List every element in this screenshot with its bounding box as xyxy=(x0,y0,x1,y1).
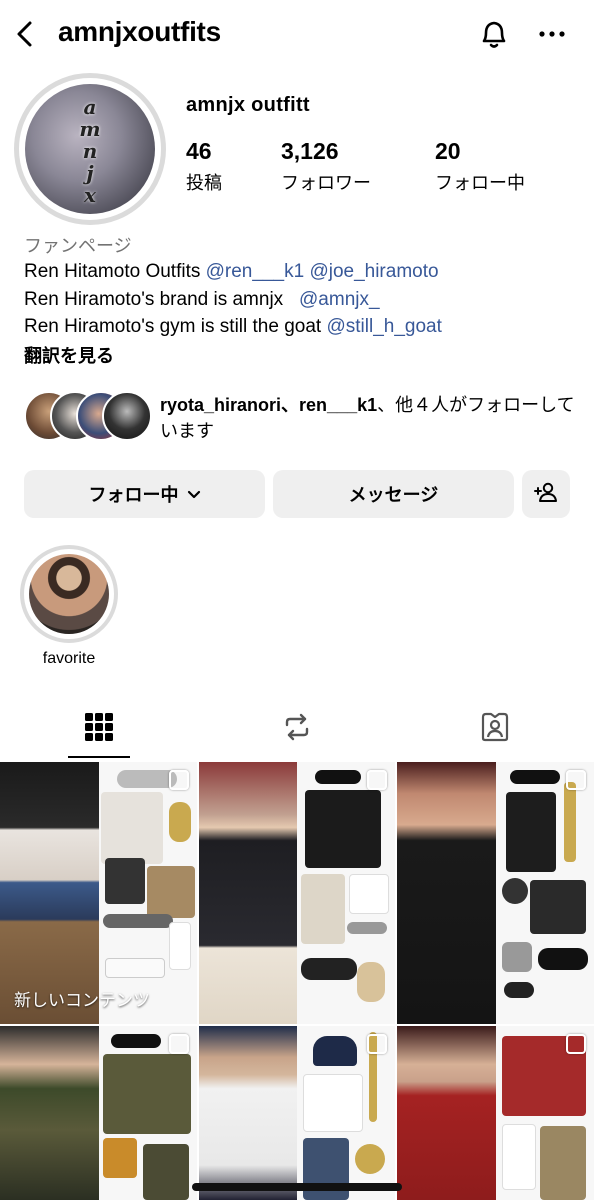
bio-line: Ren Hiramoto's gym is still the goat @st… xyxy=(24,313,442,340)
post-photo xyxy=(199,762,297,1024)
bio-line: Ren Hiramoto's brand is amnjx @amnjx_ xyxy=(24,286,380,313)
stat-following-label: フォロー中 xyxy=(435,173,525,193)
stat-following[interactable]: 20 フォロー中 xyxy=(435,138,525,195)
grid-post[interactable]: 新しいコンテンツ xyxy=(0,762,197,1024)
chevron-down-icon xyxy=(187,484,201,505)
more-options-icon[interactable] xyxy=(534,18,574,50)
grid-post[interactable] xyxy=(397,1026,594,1200)
tab-reposts[interactable] xyxy=(198,700,396,758)
bio-line: Ren Hitamoto Outfits @ren___k1 @joe_hira… xyxy=(24,258,439,285)
avatar-logo-letters: a m n j x xyxy=(79,95,101,207)
profile-username-title: amnjxoutfits xyxy=(58,16,221,47)
stat-followers-label: フォロワー xyxy=(281,173,371,193)
repost-icon xyxy=(281,711,313,748)
profile-category: ファンページ xyxy=(24,236,132,256)
stat-posts-value: 46 xyxy=(186,138,212,164)
post-photo xyxy=(397,762,496,1024)
following-button[interactable]: フォロー中 xyxy=(24,470,265,518)
post-photo xyxy=(0,762,99,1024)
outfit-items-collage xyxy=(495,762,594,1024)
back-icon[interactable] xyxy=(10,18,42,50)
grid-post[interactable] xyxy=(397,762,594,1024)
see-translation-link[interactable]: 翻訳を見る xyxy=(24,342,114,368)
mutual-followers-avatars[interactable] xyxy=(24,391,152,441)
outfit-items-collage xyxy=(297,762,395,1024)
stat-followers-value: 3,126 xyxy=(281,138,339,164)
message-button-label: メッセージ xyxy=(348,485,439,505)
tab-posts-grid[interactable] xyxy=(0,700,198,758)
mutual-followers-text[interactable]: ryota_hiranori、ren___k1、他４人がフォローしています xyxy=(160,392,580,444)
suggested-users-button[interactable] xyxy=(522,470,570,518)
post-photo xyxy=(0,1026,99,1200)
outfit-items-collage xyxy=(98,762,197,1024)
profile-avatar[interactable]: a m n j x xyxy=(14,73,166,225)
stat-followers[interactable]: 3,126 フォロワー xyxy=(281,138,371,195)
mention-link[interactable]: @ren___k1 xyxy=(206,261,305,282)
stat-posts[interactable]: 46 投稿 xyxy=(186,138,222,195)
avatar-image: a m n j x xyxy=(25,84,155,214)
message-button[interactable]: メッセージ xyxy=(273,470,514,518)
mention-link[interactable]: @amnjx_ xyxy=(299,289,380,310)
grid-icon xyxy=(84,712,114,747)
bio-text: Ren Hiramoto's gym is still the goat xyxy=(24,316,327,337)
mutual-follower-names: ryota_hiranori、ren___k1 xyxy=(160,395,378,415)
carousel-icon xyxy=(169,770,189,790)
avatar xyxy=(102,391,152,441)
story-highlight[interactable] xyxy=(20,545,118,643)
add-person-icon xyxy=(533,480,559,509)
top-bar: amnjxoutfits xyxy=(0,0,594,68)
grid-post[interactable] xyxy=(199,1026,395,1200)
mention-link[interactable]: @joe_hiramoto xyxy=(309,261,438,282)
stat-following-value: 20 xyxy=(435,138,461,164)
bio-text: Ren Hiramoto's brand is amnjx xyxy=(24,289,300,310)
tagged-person-icon xyxy=(479,711,511,748)
active-tab-indicator xyxy=(68,756,130,758)
carousel-icon xyxy=(566,770,586,790)
notification-bell-icon[interactable] xyxy=(474,14,514,54)
carousel-icon xyxy=(169,1034,189,1054)
grid-post[interactable] xyxy=(0,1026,197,1200)
stat-posts-label: 投稿 xyxy=(186,173,222,193)
post-photo xyxy=(199,1026,297,1200)
following-button-label: フォロー中 xyxy=(88,485,179,505)
carousel-icon xyxy=(367,770,387,790)
mention-link[interactable]: @still_h_goat xyxy=(326,316,441,337)
carousel-icon xyxy=(566,1034,586,1054)
post-photo xyxy=(397,1026,496,1200)
bio-text: Ren Hitamoto Outfits xyxy=(24,261,206,282)
highlight-label: favorite xyxy=(42,650,96,667)
new-content-label: 新しいコンテンツ xyxy=(14,991,150,1010)
home-indicator xyxy=(192,1183,402,1191)
grid-post[interactable] xyxy=(199,762,395,1024)
profile-tabs xyxy=(0,700,594,758)
highlight-cover-image xyxy=(29,554,109,634)
carousel-icon xyxy=(367,1034,387,1054)
display-name: amnjx outfitt xyxy=(186,94,310,116)
posts-grid: 新しいコンテンツ xyxy=(0,762,594,1200)
tab-tagged[interactable] xyxy=(396,700,594,758)
